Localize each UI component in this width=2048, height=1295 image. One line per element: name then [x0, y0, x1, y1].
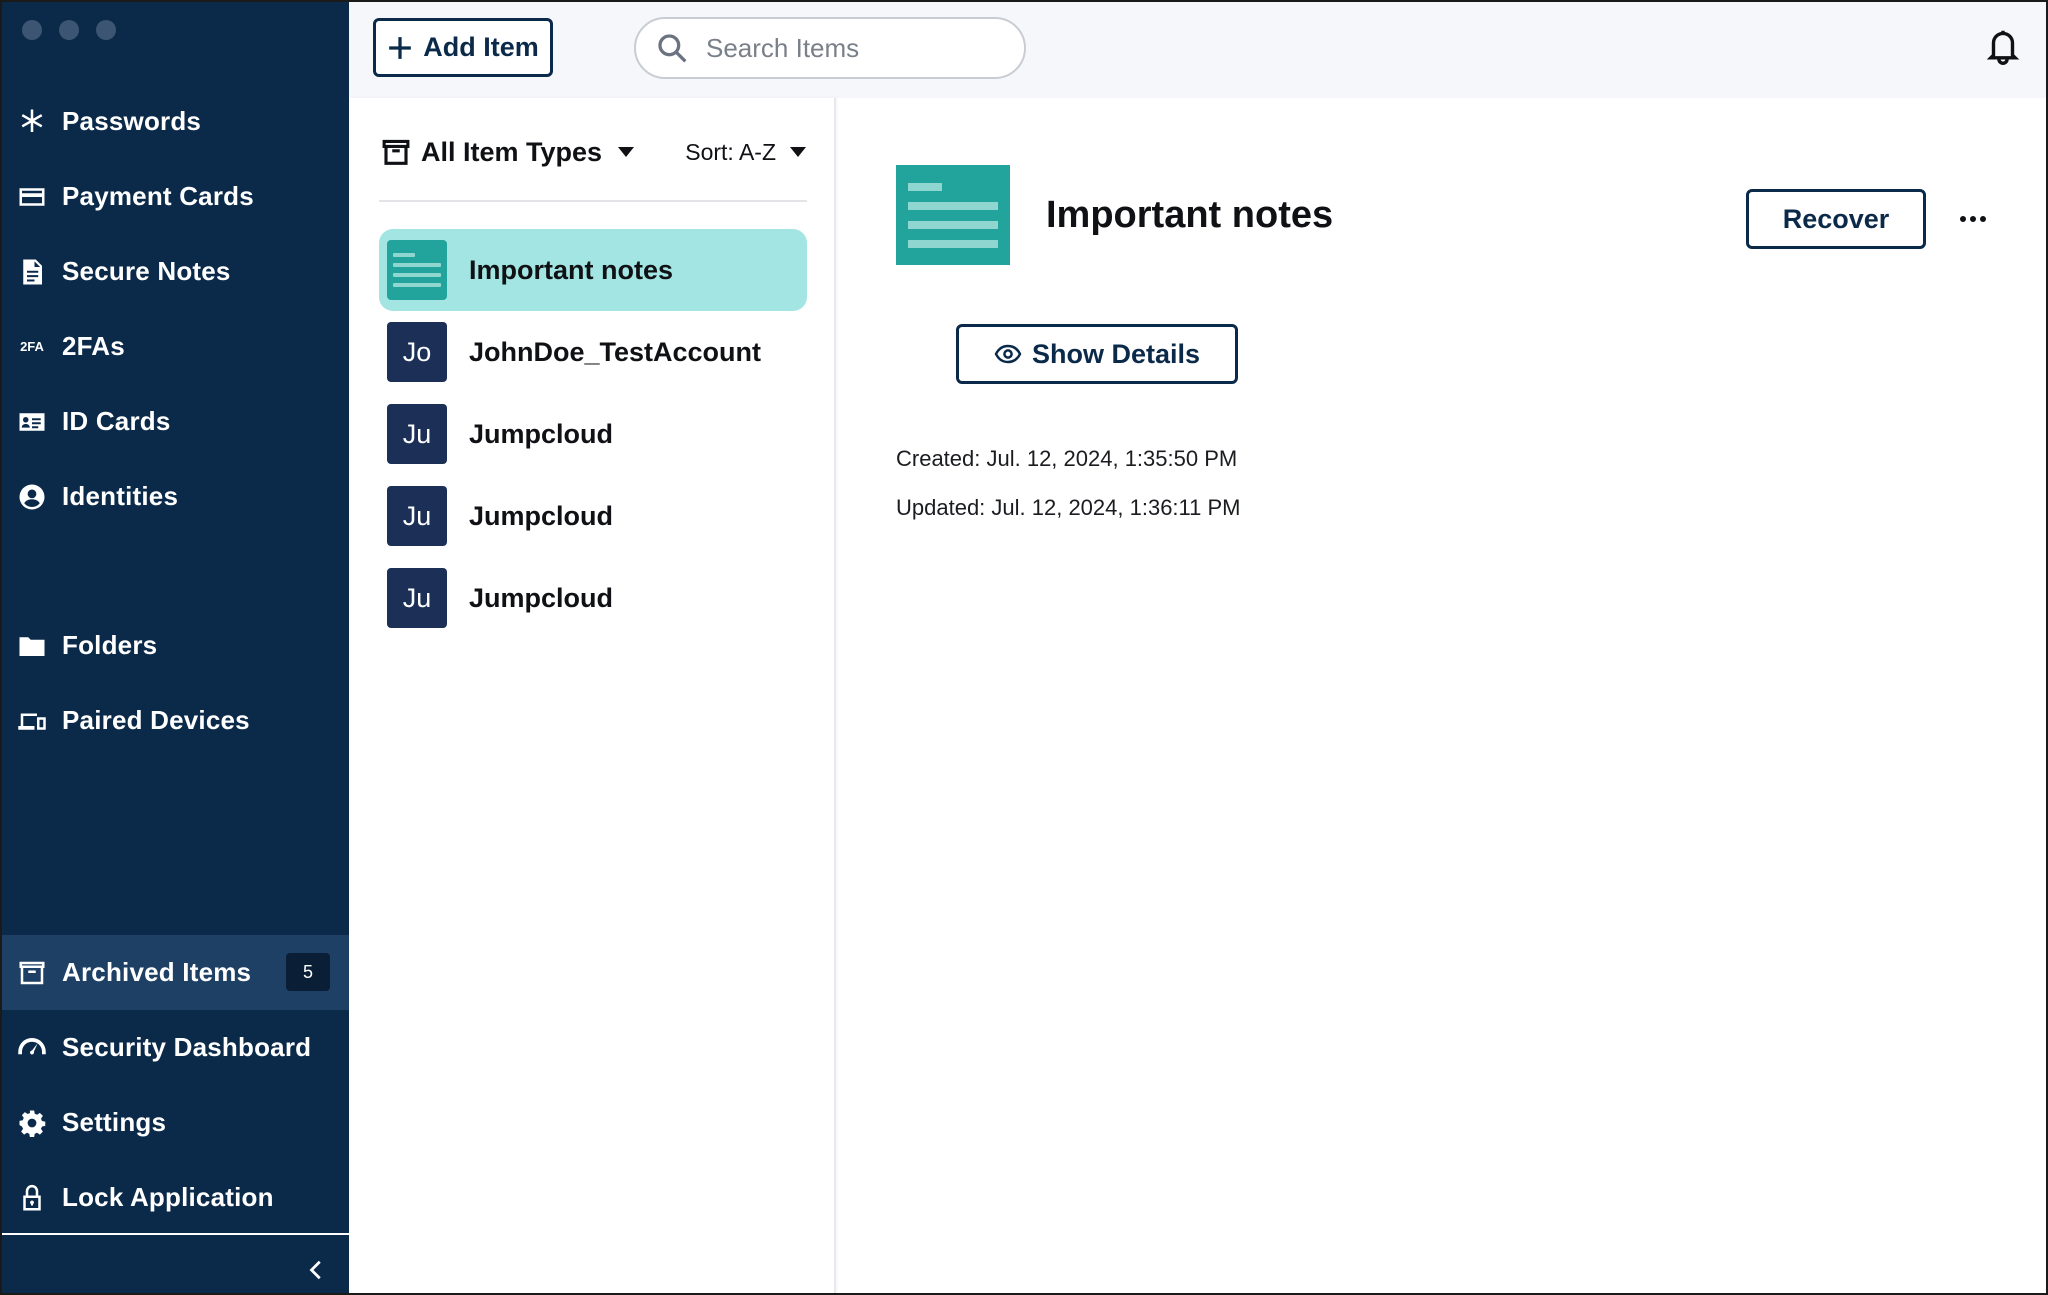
- list-item-name: Jumpcloud: [469, 500, 614, 531]
- sidebar-item-folders[interactable]: Folders: [2, 608, 349, 683]
- list-item-name: Jumpcloud: [469, 582, 614, 613]
- show-details-button[interactable]: Show Details: [956, 324, 1238, 384]
- close-window-button[interactable]: [22, 20, 42, 40]
- item-type-filter-label: All Item Types: [421, 136, 603, 167]
- window-controls: [22, 20, 116, 40]
- sidebar-item-label: Security Dashboard: [62, 1032, 312, 1062]
- sidebar-item-secure-notes[interactable]: Secure Notes: [2, 234, 349, 309]
- sidebar-item-identities[interactable]: Identities: [2, 459, 349, 534]
- sort-dropdown[interactable]: Sort: A-Z: [685, 139, 806, 166]
- asterisk-icon: [16, 106, 48, 138]
- archive-box-icon: [16, 957, 48, 989]
- list-item[interactable]: Jo JohnDoe_TestAccount: [379, 311, 807, 393]
- list-divider: [379, 200, 807, 202]
- item-list-panel: All Item Types Sort: A-Z Important notes…: [349, 98, 836, 1293]
- eye-icon: [994, 344, 1022, 364]
- caret-down-icon: [618, 147, 635, 157]
- search-input[interactable]: [706, 32, 986, 64]
- item-avatar: Jo: [387, 322, 447, 382]
- sidebar-item-label: Payment Cards: [62, 181, 254, 211]
- sidebar-item-label: Folders: [62, 630, 158, 660]
- list-item[interactable]: Ju Jumpcloud: [379, 393, 807, 475]
- sidebar-item-label: Settings: [62, 1107, 167, 1137]
- secure-note-icon: [896, 165, 1010, 265]
- sidebar-item-archived-items[interactable]: Archived Items 5: [2, 935, 349, 1010]
- updated-timestamp: Updated: Jul. 12, 2024, 1:36:11 PM: [896, 495, 1241, 520]
- sidebar-item-passwords[interactable]: Passwords: [2, 84, 349, 159]
- lock-icon: [16, 1182, 48, 1214]
- sort-label: Sort: A-Z: [685, 138, 776, 165]
- app-window: Passwords Payment Cards Secure Notes 2FA…: [0, 0, 2048, 1295]
- list-item[interactable]: Ju Jumpcloud: [379, 557, 807, 639]
- gauge-icon: [16, 1032, 48, 1064]
- item-type-filter[interactable]: All Item Types: [381, 136, 635, 168]
- bell-icon: [1986, 30, 2020, 65]
- list-item-name: JohnDoe_TestAccount: [469, 336, 762, 367]
- created-timestamp: Created: Jul. 12, 2024, 1:35:50 PM: [896, 446, 1238, 471]
- sidebar-item-label: 2FAs: [62, 331, 125, 361]
- sidebar-item-label: Archived Items: [62, 957, 252, 987]
- sidebar-item-lock-application[interactable]: Lock Application: [2, 1160, 349, 1235]
- sidebar-item-payment-cards[interactable]: Payment Cards: [2, 159, 349, 234]
- sidebar-item-label: ID Cards: [62, 406, 171, 436]
- item-avatar: Ju: [387, 404, 447, 464]
- collapse-sidebar-button[interactable]: [302, 1255, 332, 1285]
- list-filter-row: All Item Types Sort: A-Z: [381, 132, 806, 172]
- sidebar-item-security-dashboard[interactable]: Security Dashboard: [2, 1010, 349, 1085]
- two-factor-icon: 2FA: [20, 339, 44, 354]
- user-circle-icon: [16, 481, 48, 513]
- list-item-name: Jumpcloud: [469, 418, 614, 449]
- minimize-window-button[interactable]: [59, 20, 79, 40]
- sidebar-item-label: Secure Notes: [62, 256, 231, 286]
- add-item-label: Add Item: [423, 32, 539, 62]
- folder-icon: [16, 630, 48, 662]
- sidebar-item-label: Passwords: [62, 106, 202, 136]
- gear-icon: [16, 1107, 48, 1139]
- list-item-name: Important notes: [469, 254, 674, 285]
- notifications-button[interactable]: [1986, 28, 2020, 66]
- search-box[interactable]: [634, 17, 1026, 79]
- item-title: Important notes: [1046, 194, 1334, 236]
- caret-down-icon: [790, 147, 806, 157]
- list-item[interactable]: Important notes: [379, 229, 807, 311]
- add-item-button[interactable]: Add Item: [373, 18, 553, 77]
- top-bar: Add Item: [349, 2, 2046, 98]
- id-card-icon: [16, 406, 48, 438]
- list-item[interactable]: Ju Jumpcloud: [379, 475, 807, 557]
- sidebar-item-settings[interactable]: Settings: [2, 1085, 349, 1160]
- sidebar-item-id-cards[interactable]: ID Cards: [2, 384, 349, 459]
- archive-box-icon: [382, 139, 410, 165]
- devices-icon: [16, 705, 48, 737]
- sidebar-item-paired-devices[interactable]: Paired Devices: [2, 683, 349, 758]
- secure-note-icon: [387, 240, 447, 300]
- sidebar-item-2fas[interactable]: 2FA 2FAs: [2, 309, 349, 384]
- note-document-icon: [16, 256, 48, 288]
- maximize-window-button[interactable]: [96, 20, 116, 40]
- item-avatar: Ju: [387, 568, 447, 628]
- chevron-left-icon: [309, 1260, 321, 1280]
- ellipsis-icon: [1960, 216, 1966, 222]
- search-icon: [658, 34, 687, 63]
- sidebar-item-label: Identities: [62, 481, 179, 511]
- recover-button[interactable]: Recover: [1746, 189, 1926, 249]
- sidebar-divider: [2, 1233, 349, 1235]
- sidebar-item-label: Paired Devices: [62, 705, 250, 735]
- more-options-button[interactable]: [1956, 204, 1990, 234]
- show-details-label: Show Details: [1031, 338, 1201, 369]
- sidebar: Passwords Payment Cards Secure Notes 2FA…: [2, 2, 349, 1293]
- plus-icon: [389, 36, 412, 59]
- credit-card-icon: [16, 181, 48, 213]
- archived-count-badge: 5: [286, 953, 330, 991]
- sidebar-item-label: Lock Application: [62, 1182, 274, 1212]
- item-avatar: Ju: [387, 486, 447, 546]
- item-detail-panel: Important notes Recover Show Details Cre…: [838, 98, 2046, 1293]
